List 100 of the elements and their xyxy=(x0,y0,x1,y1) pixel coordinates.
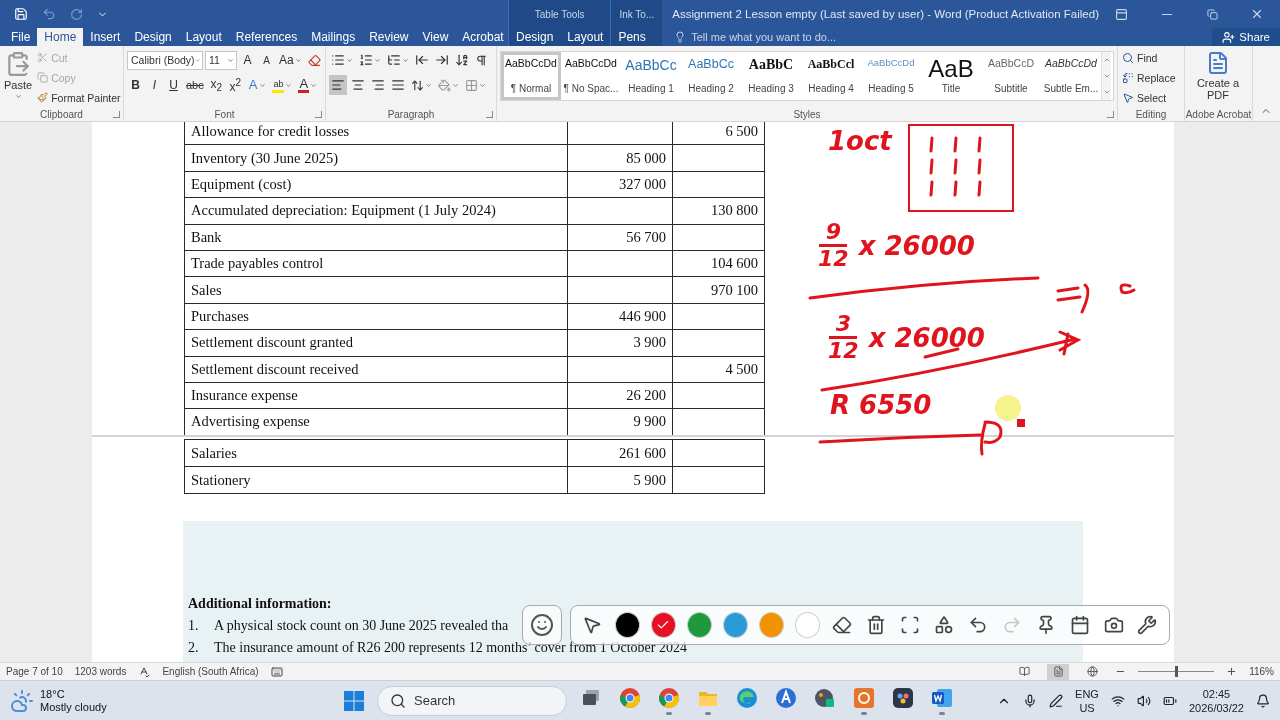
globe-icon xyxy=(1086,666,1098,677)
style-item[interactable]: AaBbCc Heading 2 xyxy=(681,52,741,100)
weather-icon xyxy=(10,688,34,713)
style-item[interactable]: AaB Title xyxy=(921,52,981,100)
script-button[interactable]: x$_{2}$ xyxy=(207,75,225,95)
pen-color-swatch[interactable] xyxy=(686,612,712,638)
search-icon xyxy=(1122,51,1134,64)
script-button[interactable]: x$^{2}$ xyxy=(226,75,244,95)
painter-button[interactable]: Format Painter xyxy=(36,89,122,106)
style-item[interactable]: AaBbCcDd ¶ Normal xyxy=(501,52,561,100)
ribbon-tab[interactable]: Mailings xyxy=(304,28,363,46)
replace-button[interactable]: Replace xyxy=(1121,69,1177,86)
effects-button[interactable]: A xyxy=(245,75,269,95)
ribbon-tab[interactable]: Layout xyxy=(560,28,611,46)
highlight-button[interactable]: ab xyxy=(270,75,295,95)
ribbon-tab[interactable]: View xyxy=(415,28,456,46)
dots-app-icon xyxy=(892,686,914,709)
caret-icon xyxy=(227,56,234,64)
grow-font-button[interactable]: A xyxy=(239,50,256,70)
print-view-button[interactable] xyxy=(1047,663,1070,680)
proofing-icon xyxy=(138,665,151,678)
redo-icon xyxy=(70,7,83,21)
share-button[interactable]: Share xyxy=(1212,28,1280,46)
style-item[interactable]: AaBbCcDd Heading 5 xyxy=(861,52,921,100)
pen-color-swatch[interactable] xyxy=(650,612,676,638)
pen-icon xyxy=(1049,693,1064,708)
table-cell: 56 700 xyxy=(567,224,673,251)
gallery-more-button[interactable] xyxy=(1102,84,1111,100)
paste-button[interactable]: Paste xyxy=(3,49,34,108)
style-item[interactable]: AaBbCc Heading 1 xyxy=(621,52,681,100)
font-color-button[interactable]: A xyxy=(296,75,320,95)
table-cell: 85 000 xyxy=(567,144,673,172)
ribbon-tab[interactable]: Layout xyxy=(178,28,229,46)
pen-color-swatch[interactable] xyxy=(794,612,820,638)
gallery-up-button[interactable] xyxy=(1102,52,1111,68)
taskbar-search-field[interactable]: Search xyxy=(377,685,567,716)
select-button[interactable]: Select xyxy=(1121,89,1168,106)
page-icon xyxy=(1052,666,1064,677)
pen-color-swatch[interactable] xyxy=(758,612,784,638)
ribbon-tab[interactable]: References xyxy=(228,28,305,46)
store-icon xyxy=(775,686,797,709)
indent-icon xyxy=(435,53,449,67)
ink-mark xyxy=(1119,283,1136,295)
input-language[interactable]: ENG US xyxy=(1075,686,1099,715)
clock[interactable]: 02:45 2026/03/22 xyxy=(1188,686,1244,715)
ribbon-tab[interactable]: Acrobat xyxy=(455,28,511,46)
caret-icon xyxy=(452,81,459,89)
style-item[interactable]: AaBbCcDd ¶ No Spac... xyxy=(561,52,621,100)
wifi-icon xyxy=(1110,693,1125,708)
caret-icon xyxy=(294,56,302,64)
ribbon-tab[interactable]: Home xyxy=(37,28,84,46)
tell-me-field[interactable]: Tell me what you want to do... xyxy=(674,31,1213,43)
table-cell: 261 600 xyxy=(567,439,673,467)
ribbon-tab[interactable]: Design xyxy=(509,28,561,46)
zoom-slider-thumb[interactable] xyxy=(1175,666,1179,677)
bold-button[interactable]: B xyxy=(127,75,144,95)
shapes-icon xyxy=(933,615,954,635)
outdent-icon xyxy=(415,53,429,67)
underline-button[interactable]: U xyxy=(165,75,182,95)
align-center-icon xyxy=(351,78,365,92)
create-pdf-button[interactable]: Create a PDF xyxy=(1188,49,1248,108)
pen-color-swatch[interactable] xyxy=(722,612,748,638)
ribbon-tab[interactable]: Design xyxy=(127,28,179,46)
table-cell: Stationery xyxy=(184,466,568,494)
table-cell: 446 900 xyxy=(567,303,673,330)
font-name-field[interactable]: Calibri (Body) xyxy=(127,50,203,70)
caret-icon xyxy=(425,81,432,89)
change-case-button[interactable]: Aa xyxy=(277,50,304,70)
font-size-field[interactable]: 11 xyxy=(205,50,237,70)
group-label: Paragraph xyxy=(387,109,435,120)
group-label: Adobe Acrobat xyxy=(1185,109,1252,120)
language-label: English (South Africa) xyxy=(162,666,259,677)
search-icon xyxy=(390,692,406,709)
group-label: Editing xyxy=(1135,109,1167,120)
style-item[interactable]: AaBbCcD Subtitle xyxy=(981,52,1041,100)
ink-fraction: 3 12 xyxy=(827,312,860,363)
brush-icon xyxy=(37,92,49,103)
find-button[interactable]: Find xyxy=(1121,49,1159,66)
shrink-font-button[interactable]: A xyxy=(258,50,275,70)
italic-button[interactable]: I xyxy=(146,75,163,95)
weather-condition: Mostly cloudy xyxy=(40,700,107,714)
pen-color-swatch[interactable] xyxy=(614,612,640,638)
caret-icon xyxy=(346,56,353,64)
ribbon-tab[interactable]: Pens xyxy=(611,28,653,46)
pilcrow-icon xyxy=(475,53,488,67)
table-cell: 4 500 xyxy=(672,356,765,383)
style-item[interactable]: AaBbCcl Heading 4 xyxy=(801,52,861,100)
align-left-button[interactable] xyxy=(329,75,347,95)
ribbon-tab[interactable]: File xyxy=(4,28,38,46)
trash-icon xyxy=(865,615,886,635)
ribbon-tab[interactable]: Review xyxy=(362,28,416,46)
ink-arrow-drawing xyxy=(1056,283,1090,314)
style-item[interactable]: AaBbCcDd Subtle Em... xyxy=(1041,52,1101,100)
strike-button[interactable]: abc xyxy=(184,75,206,95)
save-button[interactable] xyxy=(14,7,28,21)
ribbon-tab[interactable]: Insert xyxy=(83,28,128,46)
align-right-icon xyxy=(371,78,385,92)
style-item[interactable]: AaBbC Heading 3 xyxy=(741,52,801,100)
table-cell: Settlement discount granted xyxy=(184,329,568,356)
table-cell: 970 100 xyxy=(672,276,765,304)
